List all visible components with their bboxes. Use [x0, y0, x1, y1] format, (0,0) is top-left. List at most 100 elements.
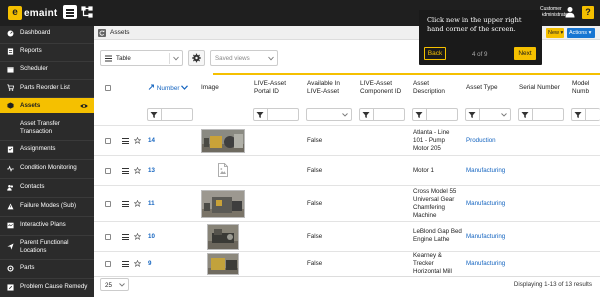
filter-model-number[interactable] [571, 108, 600, 121]
saved-views-select[interactable]: Saved views [210, 50, 278, 66]
settings-button[interactable] [188, 50, 205, 66]
sidebar-item-dashboard[interactable]: Dashboard [0, 26, 94, 40]
sidebar-item-label: Failure Modes (Sub) [20, 202, 77, 210]
filter-available-in-live-asset[interactable] [306, 108, 352, 121]
column-header-number[interactable]: Number [148, 84, 189, 93]
filter-live-asset-portal-id[interactable] [253, 108, 299, 121]
row-menu-icon[interactable] [122, 138, 129, 145]
column-header-live-asset-component-id[interactable]: LIVE-Asset Component ID [360, 80, 406, 96]
row-checkbox[interactable] [105, 234, 111, 240]
column-header-serial-number[interactable]: Serial Number [519, 84, 560, 92]
user-icon[interactable] [565, 6, 575, 18]
eye-icon[interactable] [80, 103, 88, 109]
row-menu-icon[interactable] [122, 234, 129, 241]
sidebar-item-label: Condition Monitoring [20, 164, 77, 172]
page-title: Assets [110, 29, 130, 36]
sidebar-item-interactive-plans[interactable]: Interactive Plans [0, 218, 94, 232]
column-header-image[interactable]: Image [201, 84, 219, 92]
asset-type-link[interactable]: Manufacturing [466, 167, 505, 175]
asset-type-link[interactable]: Manufacturing [466, 260, 505, 268]
menu-toggle-button[interactable] [63, 5, 77, 19]
asset-image[interactable] [201, 190, 245, 218]
actions-button[interactable]: Actions ▾ [567, 28, 595, 38]
asset-description: Cross Model 55 Universal Gear Chamfering… [413, 188, 457, 219]
table-row[interactable]: 10 False LeBlond Gap Bed Engine Lathe Ma… [94, 221, 600, 251]
asset-type-link[interactable]: Production [466, 137, 496, 145]
view-type-select[interactable]: Table [100, 50, 183, 66]
filter-asset-type[interactable] [465, 108, 511, 121]
refresh-icon[interactable] [98, 29, 106, 37]
filter-number[interactable] [147, 108, 193, 121]
table-row[interactable]: 13 False Motor 1 Manufacturing [94, 155, 600, 185]
row-menu-icon[interactable] [122, 201, 129, 208]
view-type-value: Table [116, 55, 131, 62]
saved-views-placeholder: Saved views [215, 55, 250, 62]
row-checkbox[interactable] [105, 201, 111, 207]
favorite-star-icon[interactable] [134, 167, 141, 174]
sidebar-item-parts[interactable]: Parts [0, 261, 94, 275]
sidebar-item-failure-modes-sub[interactable]: Failure Modes (Sub) [0, 199, 94, 213]
favorite-star-icon[interactable] [134, 200, 141, 207]
sidebar-item-parent-functional-locations[interactable]: Parent Functional Locations [0, 237, 94, 256]
asset-image[interactable] [207, 224, 239, 250]
asset-image[interactable] [207, 253, 239, 275]
row-menu-icon[interactable] [122, 261, 129, 268]
sidebar-item-parts-reorder-list[interactable]: Parts Reorder List [0, 80, 94, 95]
header-accent-line [213, 73, 600, 75]
asset-type-link[interactable]: Manufacturing [466, 200, 505, 208]
column-header-available-in-live-asset[interactable]: Available In LIVE-Asset [307, 80, 351, 96]
asset-image[interactable] [201, 129, 245, 153]
sidebar-item-assets[interactable]: Assets [0, 98, 94, 113]
table-row[interactable]: 11 False Cross Model 55 Universal Gear C… [94, 185, 600, 221]
sidebar-item-assignments[interactable]: Assignments [0, 142, 94, 156]
filter-asset-description[interactable] [412, 108, 458, 121]
sidebar-item-problem-cause-remedy[interactable]: Problem Cause Remedy [0, 280, 94, 294]
row-menu-icon[interactable] [122, 168, 129, 175]
sidebar: Dashboard Reports Scheduler Parts Reorde… [0, 26, 94, 297]
location-icon [7, 243, 14, 250]
problem-icon [7, 283, 14, 291]
column-header-asset-type[interactable]: Asset Type [466, 84, 498, 92]
favorite-star-icon[interactable] [134, 233, 141, 240]
sidebar-item-contacts[interactable]: Contacts [0, 180, 94, 194]
sidebar-item-condition-monitoring[interactable]: Condition Monitoring [0, 161, 94, 175]
asset-number[interactable]: 13 [148, 167, 155, 175]
tour-popover: Click new in the upper right hand corner… [419, 10, 542, 65]
filter-live-asset-component-id[interactable] [359, 108, 405, 121]
column-header-live-asset-portal-id[interactable]: LIVE-Asset Portal ID [254, 80, 298, 96]
column-header-asset-description[interactable]: Asset Description [413, 80, 457, 96]
sidebar-item-scheduler[interactable]: Scheduler [0, 62, 94, 76]
sidebar-item-label: Scheduler [20, 65, 48, 73]
org-tree-icon[interactable] [80, 5, 94, 19]
asset-number[interactable]: 9 [148, 260, 151, 268]
help-button[interactable]: ? [582, 6, 594, 19]
sidebar-item-reports[interactable]: Reports [0, 44, 94, 58]
filter-serial-number[interactable] [518, 108, 564, 121]
new-button[interactable]: New ▾ [546, 28, 564, 38]
page-size-select[interactable]: 25 [100, 278, 129, 291]
tour-next-button[interactable]: Next [514, 47, 536, 60]
filter-icon [362, 112, 370, 118]
favorite-star-icon[interactable] [134, 260, 141, 267]
table-icon [105, 55, 112, 62]
row-checkbox[interactable] [105, 138, 111, 144]
sidebar-item-asset-transfer-transaction[interactable]: Asset Transfer Transaction [0, 118, 94, 137]
sidebar-item-label: Reports [20, 47, 42, 55]
sidebar-item-label: Interactive Plans [20, 221, 66, 229]
table-row[interactable]: 14 False Atlanta - Line 101 - Pump Motor… [94, 125, 600, 155]
row-checkbox[interactable] [105, 261, 111, 267]
sidebar-item-label: Parts Reorder List [20, 83, 70, 91]
column-header-model-number[interactable]: Model Numb [572, 80, 600, 96]
emaint-logo[interactable]: e emaint [8, 6, 57, 20]
failure-icon [7, 203, 14, 209]
tour-back-button[interactable]: Back [424, 47, 446, 60]
asset-type-link[interactable]: Manufacturing [466, 233, 505, 241]
table-row[interactable]: 9 False Kearney & Trecker Horizontal Mil… [94, 251, 600, 276]
favorite-star-icon[interactable] [134, 137, 141, 144]
asset-number[interactable]: 10 [148, 233, 155, 241]
chevron-down-icon [119, 283, 125, 287]
asset-number[interactable]: 11 [148, 200, 155, 208]
select-all-checkbox[interactable] [105, 85, 111, 91]
row-checkbox[interactable] [105, 168, 111, 174]
asset-number[interactable]: 14 [148, 137, 155, 145]
